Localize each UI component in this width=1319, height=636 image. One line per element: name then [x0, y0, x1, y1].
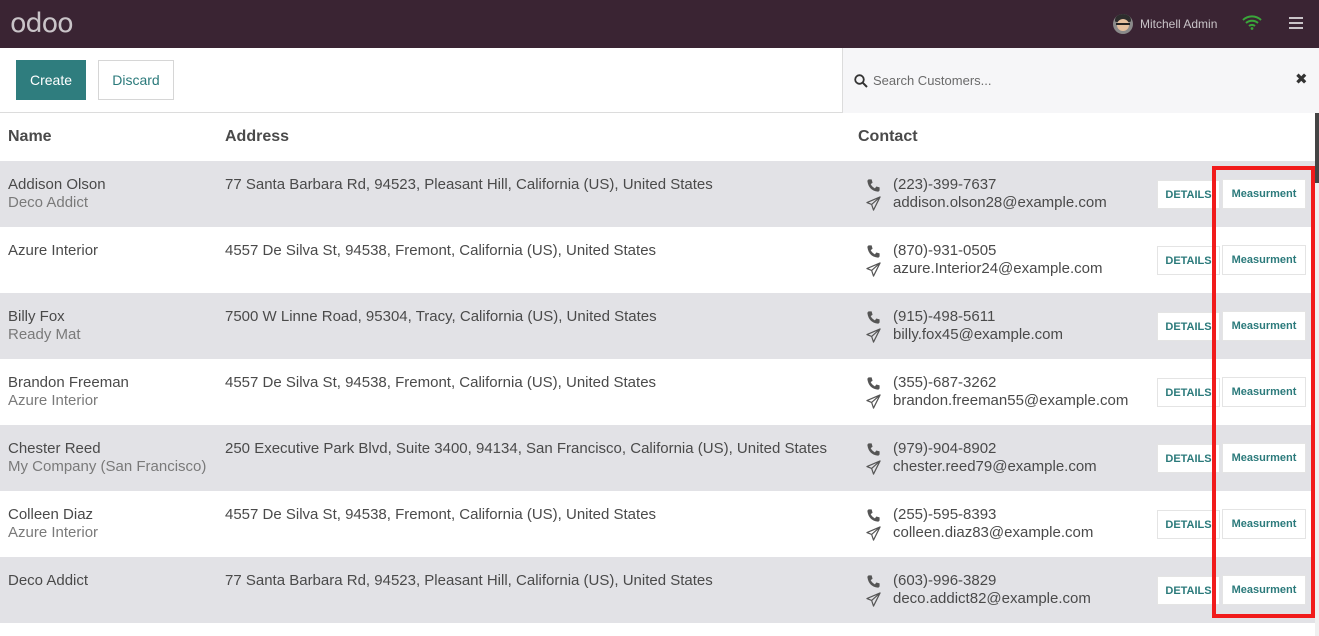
customer-company: Deco Addict: [8, 194, 89, 211]
phone-icon: [867, 178, 880, 192]
phone-icon: [867, 244, 880, 258]
phone-icon: [867, 442, 880, 456]
customer-company: Azure Interior: [8, 524, 99, 541]
user-avatar: [1113, 14, 1133, 34]
details-button[interactable]: DETAILS: [1157, 510, 1220, 539]
customer-name: Addison Olson: [8, 176, 106, 193]
customer-email[interactable]: colleen.diaz83@example.com: [893, 524, 1093, 542]
scrollbar-thumb[interactable]: [1315, 113, 1319, 183]
scrollbar-track[interactable]: [1315, 113, 1319, 636]
table-header: Name Address Contact: [0, 113, 1315, 161]
phone-icon: [867, 508, 880, 522]
column-header-address[interactable]: Address: [225, 128, 289, 146]
customer-phone: (979)-904-8902: [893, 440, 997, 457]
customer-phone: (870)-931-0505: [893, 242, 997, 259]
search-icon: [854, 74, 868, 88]
details-button[interactable]: DETAILS: [1157, 576, 1220, 605]
customer-name: Billy Fox: [8, 308, 65, 325]
customer-address: 77 Santa Barbara Rd, 94523, Pleasant Hil…: [225, 572, 713, 589]
customer-email[interactable]: billy.fox45@example.com: [893, 326, 1063, 344]
customer-name: Colleen Diaz: [8, 506, 94, 523]
table-row[interactable]: Billy Fox Ready Mat 7500 W Linne Road, 95…: [0, 293, 1315, 359]
customer-company: Azure Interior: [8, 392, 99, 409]
customer-address: 4557 De Silva St, 94538, Fremont, Califo…: [225, 242, 657, 259]
customer-address: 4557 De Silva St, 94538, Fremont, Califo…: [225, 506, 657, 523]
details-button[interactable]: DETAILS: [1157, 444, 1220, 473]
user-name: Mitchell Admin: [1140, 17, 1218, 31]
customer-email[interactable]: azure.Interior24@example.com: [893, 260, 1103, 278]
phone-icon: [867, 310, 880, 324]
hamburger-menu-icon[interactable]: [1289, 17, 1303, 29]
customer-phone: (603)-996-3829: [893, 572, 997, 589]
phone-icon: [867, 574, 880, 588]
top-navbar: odoo Mitchell Admin: [0, 0, 1319, 48]
control-panel: Create Discard ✖: [0, 48, 1319, 113]
phone-icon: [867, 376, 880, 390]
details-button[interactable]: DETAILS: [1157, 378, 1220, 407]
column-header-contact[interactable]: Contact: [858, 128, 918, 146]
customer-phone: (223)-399-7637: [893, 176, 997, 193]
paper-plane-icon: [866, 393, 881, 409]
customer-company: Ready Mat: [8, 326, 81, 343]
customer-company: My Company (San Francisco): [8, 458, 207, 475]
table-row[interactable]: Chester Reed My Company (San Francisco) 2…: [0, 425, 1315, 491]
customer-phone: (355)-687-3262: [893, 374, 997, 391]
customer-phone: (915)-498-5611: [893, 308, 996, 325]
table-row[interactable]: Colleen Diaz Azure Interior 4557 De Silva…: [0, 491, 1315, 557]
customer-email[interactable]: deco.addict82@example.com: [893, 590, 1091, 608]
paper-plane-icon: [866, 459, 881, 475]
table-row[interactable]: Azure Interior 4557 De Silva St, 94538, …: [0, 227, 1315, 293]
customer-address: 7500 W Linne Road, 95304, Tracy, Califor…: [225, 308, 657, 325]
customer-email[interactable]: chester.reed79@example.com: [893, 458, 1097, 476]
customer-address: 77 Santa Barbara Rd, 94523, Pleasant Hil…: [225, 176, 713, 193]
table-row[interactable]: Brandon Freeman Azure Interior 4557 De Si…: [0, 359, 1315, 425]
customer-email[interactable]: brandon.freeman55@example.com: [893, 392, 1128, 410]
details-button[interactable]: DETAILS: [1157, 246, 1220, 275]
measurement-column-highlight: [1212, 166, 1315, 618]
customer-phone: (255)-595-8393: [893, 506, 997, 523]
customer-name: Chester Reed: [8, 440, 101, 457]
customer-address: 4557 De Silva St, 94538, Fremont, Califo…: [225, 374, 657, 391]
search-bar: ✖: [842, 48, 1319, 113]
customer-name: Deco Addict: [8, 572, 89, 589]
paper-plane-icon: [866, 327, 881, 343]
paper-plane-icon: [866, 261, 881, 277]
details-button[interactable]: DETAILS: [1157, 312, 1220, 341]
wifi-icon: [1242, 15, 1262, 30]
table-row[interactable]: Deco Addict 77 Santa Barbara Rd, 94523, …: [0, 557, 1315, 623]
create-button[interactable]: Create: [16, 60, 86, 100]
discard-button[interactable]: Discard: [98, 60, 174, 100]
column-header-name[interactable]: Name: [8, 128, 52, 146]
details-button[interactable]: DETAILS: [1157, 180, 1220, 209]
odoo-logo[interactable]: odoo: [10, 9, 74, 39]
customer-list: Addison Olson Deco Addict 77 Santa Barbar…: [0, 161, 1315, 623]
paper-plane-icon: [866, 195, 881, 211]
customer-address: 250 Executive Park Blvd, Suite 3400, 941…: [225, 440, 827, 457]
user-menu[interactable]: Mitchell Admin: [1113, 13, 1217, 35]
table-row[interactable]: Addison Olson Deco Addict 77 Santa Barbar…: [0, 161, 1315, 227]
clear-search-icon[interactable]: ✖: [1295, 72, 1308, 88]
customer-name: Brandon Freeman: [8, 374, 129, 391]
customer-email[interactable]: addison.olson28@example.com: [893, 194, 1107, 212]
search-input[interactable]: [873, 70, 1273, 90]
paper-plane-icon: [866, 525, 881, 541]
paper-plane-icon: [866, 591, 881, 607]
customer-name: Azure Interior: [8, 242, 99, 259]
